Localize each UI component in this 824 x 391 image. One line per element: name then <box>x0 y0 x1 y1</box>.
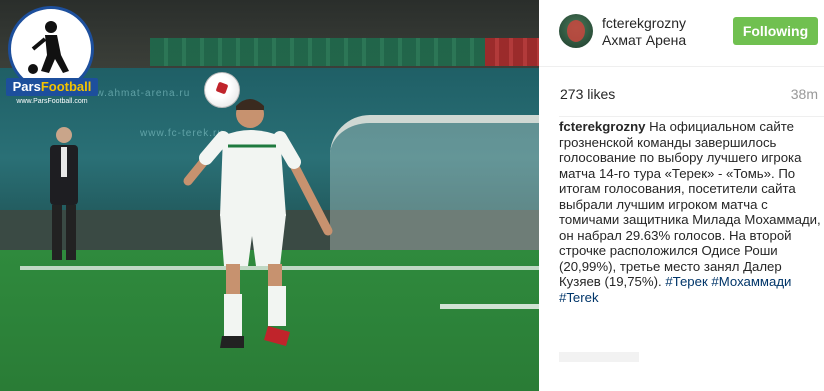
caption-author-link[interactable]: fcterekgrozny <box>559 119 645 134</box>
logo-wordmark: ParsFootball <box>6 78 98 96</box>
hashtag-link[interactable]: #Мохаммади <box>711 274 791 289</box>
post-side-panel: fcterekgrozny Ахмат Арена Following 273 … <box>539 0 824 391</box>
hashtag-link[interactable]: #Terek <box>559 290 599 305</box>
avatar[interactable] <box>559 14 593 48</box>
pitch-line-2 <box>440 304 539 309</box>
username-link[interactable]: fcterekgrozny <box>602 15 686 31</box>
hashtag-link[interactable]: #Терек <box>665 274 707 289</box>
soccer-ball <box>204 72 240 108</box>
faded-comment-placeholder <box>559 352 639 362</box>
stadium-seats <box>150 38 539 66</box>
post-header: fcterekgrozny Ахмат Арена Following <box>539 0 824 67</box>
divider <box>559 116 824 117</box>
post-time[interactable]: 38m <box>791 86 818 102</box>
likes-count[interactable]: 273 likes <box>560 86 615 102</box>
parsfootball-logo: ParsFootball www.ParsFootball.com <box>6 6 98 106</box>
stadium-seats-red <box>485 38 539 66</box>
post-caption: fcterekgrozny На официальном сайте грозн… <box>559 119 821 305</box>
logo-brand-left: Pars <box>12 79 41 94</box>
logo-url: www.ParsFootball.com <box>16 98 88 105</box>
post-photo[interactable]: www.ahmat-arena.ru www.fc-terek.ru ParsF… <box>0 0 539 391</box>
location-link[interactable]: Ахмат Арена <box>602 32 686 48</box>
footballer-silhouette-icon <box>28 21 69 74</box>
following-button[interactable]: Following <box>733 17 818 45</box>
post-stats: 273 likes 38m <box>539 66 824 116</box>
coach-figure <box>50 127 78 260</box>
logo-brand-right: Football <box>40 79 92 94</box>
player-figure <box>183 99 333 348</box>
caption-text: На официальном сайте грозненской команды… <box>559 119 821 289</box>
